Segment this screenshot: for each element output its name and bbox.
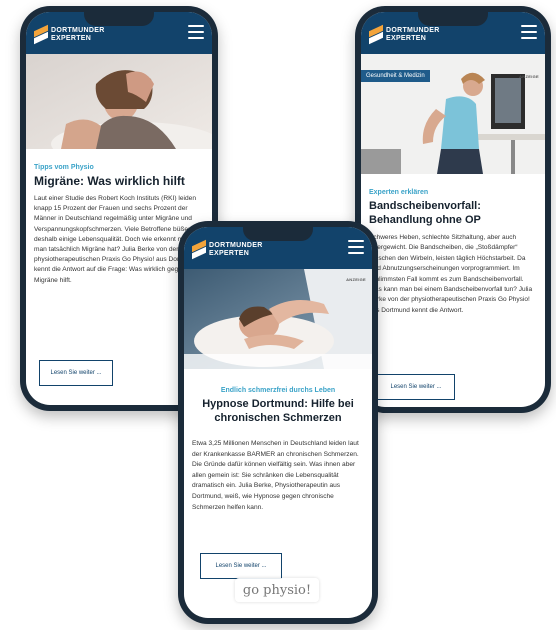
notch	[243, 227, 313, 241]
article-title[interactable]: Migräne: Was wirklich hilft	[34, 174, 204, 188]
read-more-button[interactable]: Lesen Sie weiter ...	[39, 360, 113, 386]
logo[interactable]: DORTMUNDER EXPERTEN	[34, 24, 105, 45]
logo[interactable]: DORTMUNDER EXPERTEN	[369, 24, 440, 45]
phone-center: DORTMUNDER EXPERTEN ANZEIGE Endlich schm…	[178, 221, 378, 624]
category-tag[interactable]: Gesundheit & Medizin	[361, 70, 430, 82]
article-title[interactable]: Hypnose Dortmund: Hilfe bei chronischen …	[192, 397, 364, 425]
image-brand-label: ANZEIGE	[346, 277, 366, 282]
image-brand-label: ANZEIGE	[519, 74, 539, 79]
logo-text: DORTMUNDER EXPERTEN	[386, 27, 440, 42]
hamburger-menu-icon[interactable]	[521, 25, 537, 39]
logo-mark-icon	[369, 24, 383, 45]
article-title[interactable]: Bandscheibenvorfall: Behandlung ohne OP	[369, 199, 537, 227]
hero-image-hypnosis	[184, 269, 372, 369]
notch	[418, 12, 488, 26]
phone-right: DORTMUNDER EXPERTEN Gesundheit & Medizin …	[355, 6, 551, 413]
article-kicker: Experten erklären	[369, 189, 429, 196]
logo[interactable]: DORTMUNDER EXPERTEN	[192, 239, 263, 260]
article-excerpt: Schweres Heben, schlechte Sitzhaltung, a…	[369, 234, 533, 314]
hero-image-migraine	[26, 54, 212, 149]
article-excerpt: Etwa 3,25 Millionen Menschen in Deutschl…	[192, 440, 359, 511]
logo-text: DORTMUNDER EXPERTEN	[209, 242, 263, 257]
go-physio-watermark: go physio!	[235, 578, 319, 602]
hamburger-menu-icon[interactable]	[188, 25, 204, 39]
logo-mark-icon	[34, 24, 48, 45]
read-more-button[interactable]: Lesen Sie weiter ...	[377, 374, 455, 400]
logo-mark-icon	[192, 239, 206, 260]
read-more-button[interactable]: Lesen Sie weiter ...	[200, 553, 282, 579]
hamburger-menu-icon[interactable]	[348, 240, 364, 254]
phone-center-screen: DORTMUNDER EXPERTEN ANZEIGE Endlich schm…	[184, 227, 372, 618]
watermark-text: go physio!	[242, 582, 312, 598]
logo-text: DORTMUNDER EXPERTEN	[51, 27, 105, 42]
article-kicker: Endlich schmerzfrei durchs Leben	[220, 387, 336, 394]
phone-right-screen: DORTMUNDER EXPERTEN Gesundheit & Medizin …	[361, 12, 545, 407]
notch	[84, 12, 154, 26]
article-kicker: Tipps vom Physio	[34, 164, 94, 171]
